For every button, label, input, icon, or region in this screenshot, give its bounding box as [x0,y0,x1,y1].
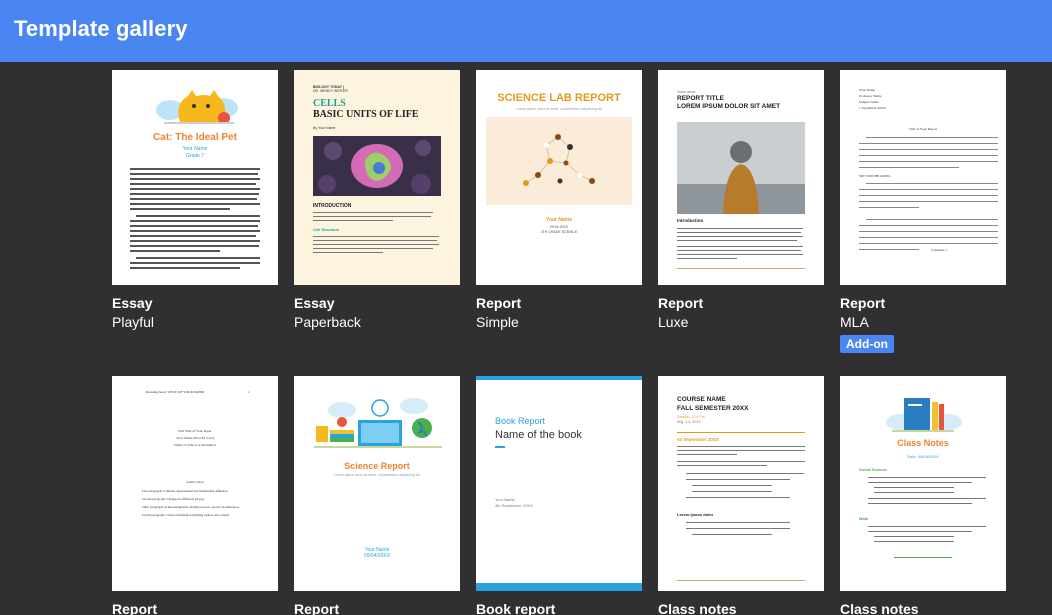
doc-title: SCIENCE LAB REPORT [497,92,621,104]
doc-title: REPORT TITLE [677,95,724,102]
doc-subtitle: Lorem ipsum dolor sit amet, consectetuer… [333,473,421,477]
template-card-report-apa[interactable]: Running head: TITLE OF YOUR PAPER 1 Full… [112,376,278,615]
page-title: Template gallery [14,16,188,41]
doc-name: Your Name [545,217,573,223]
doc-title: Science Report [344,461,410,471]
template-category: Book report [476,601,556,615]
doc-title: Title of Your Report [908,127,938,131]
doc-paragraph: Third paragraph: Acknowledgments, fundin… [142,505,240,509]
books-illustration [886,398,962,432]
template-card-essay-paperback[interactable]: BIOLOGY TODAY | DR. WENDY WRITER CELLS B… [294,70,460,350]
template-card-class-notes-playful[interactable]: Class Notes Date: 09/04/20XX Social Scie… [840,376,1006,615]
template-card-report-science[interactable]: Science Report Lorem ipsum dolor sit ame… [294,376,460,615]
template-card-book-report[interactable]: Book Report Name of the book Your Name 4… [476,376,642,615]
template-thumbnail[interactable]: SCIENCE LAB REPORT Lorem ipsum dolor sit… [476,70,642,285]
doc-label: Book Report [495,416,546,426]
divider [894,557,952,558]
doc-section: SECTION HEADING [859,174,891,178]
template-category: Essay [112,295,153,311]
doc-kicker-author: DR. WENDY WRITER [313,89,348,93]
doc-section: Introduction [677,218,704,223]
doc-subsection: Cell Structure [313,227,340,232]
template-thumbnail[interactable]: Cat: The Ideal Pet Your Name Grade 7 [112,70,278,285]
doc-citation: Lastname 1 [931,248,948,252]
cell-image [313,136,441,196]
template-category: Report [658,295,704,311]
app-header: Template gallery [0,0,1052,62]
accent-bar [476,376,642,380]
doc-page-number: 1 [248,390,250,394]
doc-title: COURSE NAME [677,396,726,403]
template-thumbnail[interactable]: BIOLOGY TODAY | DR. WENDY WRITER CELLS B… [294,70,460,285]
template-name: Playful [112,314,155,330]
doc-title: Class Notes [897,438,949,448]
doc-name: Your Name [495,497,515,502]
science-illustration [314,398,442,448]
doc-title: Name of the book [495,429,582,441]
title-underline [495,446,505,448]
template-category: Report [294,601,340,615]
doc-section: INTRODUCTION [313,203,352,209]
template-name: Simple [476,314,519,330]
doc-subtitle: FALL SEMESTER 20XX [677,405,749,412]
template-card-report-simple[interactable]: SCIENCE LAB REPORT Lorem ipsum dolor sit… [476,70,642,350]
template-name: Paperback [294,314,361,330]
doc-title: Cat: The Ideal Pet [153,132,237,143]
doc-institution: Name of School or Institution [174,443,216,447]
doc-grade: Grade 7 [185,153,205,159]
template-thumbnail[interactable]: COURSE NAME FALL SEMESTER 20XX Session, … [658,376,824,591]
doc-date: 09.04.20XX [549,225,569,229]
template-category: Class notes [658,601,737,615]
doc-grade: 4TH GRADE SCIENCE [540,230,578,234]
add-on-badge: Add-on [840,335,894,353]
doc-professor: Professor Name [859,94,882,98]
doc-title: CELLS [313,98,346,109]
doc-subtitle: BASIC UNITS OF LIFE [313,109,419,120]
doc-date: 04 September 20XX [677,437,719,442]
doc-dates: Aug. 1-4, 20XX [677,420,701,424]
template-category: Report [840,295,886,311]
template-category: Essay [294,295,335,311]
doc-session: Session, 12-4 Pm [677,415,705,419]
doc-subtitle: Lorem ipsum dolor sit amet, consectetuer… [515,107,603,111]
template-thumbnail[interactable]: Science Report Lorem ipsum dolor sit ame… [294,376,460,591]
template-name: Luxe [658,314,689,330]
doc-name: Your Name [182,146,208,152]
doc-author: Your Name (First M. Last) [176,436,214,440]
doc-kicker: Class name [677,90,696,94]
doc-section: Math [859,516,869,521]
doc-paragraph: Second paragraph: Changes in affiliation… [142,497,205,501]
doc-subtitle: LOREM IPSUM DOLOR SIT AMET [677,103,781,110]
doc-date: 4th September, 20XX [495,503,534,508]
doc-subject: Subject Name [859,100,879,104]
template-thumbnail[interactable]: Your Name Professor Name Subject Name 1 … [840,70,1006,285]
template-card-essay-playful[interactable]: Cat: The Ideal Pet Your Name Grade 7 Ess… [112,70,278,350]
doc-author: Your Name [859,88,876,92]
person-photo [677,122,805,214]
doc-date: 1 September 20XX [859,106,887,110]
doc-title: Full Title of Your Paper [178,429,212,433]
template-card-report-luxe[interactable]: Class name REPORT TITLE LOREM IPSUM DOLO… [658,70,824,350]
doc-date: 09/04/20XX [363,553,391,559]
template-name: MLA [840,314,869,330]
template-thumbnail[interactable]: Book Report Name of the book Your Name 4… [476,376,642,591]
doc-paragraph: First paragraph: Complete departmental a… [142,489,228,493]
doc-byline: By Your Name [313,126,336,130]
doc-paragraph: Fourth paragraph: Contact information (m… [142,513,229,517]
footer-bar [476,583,642,591]
template-category: Report [112,601,158,615]
template-card-class-notes[interactable]: COURSE NAME FALL SEMESTER 20XX Session, … [658,376,824,615]
doc-author-note: Author Note [186,480,204,484]
template-thumbnail[interactable]: Class name REPORT TITLE LOREM IPSUM DOLO… [658,70,824,285]
doc-heading: Lorem ipsum dolor [677,512,714,517]
doc-date: Date: 09/04/20XX [907,454,939,459]
molecule-illustration [486,117,632,205]
template-category: Report [476,295,522,311]
template-category: Class notes [840,601,919,615]
doc-section: Social Science [859,467,888,472]
doc-running-head: Running head: TITLE OF YOUR PAPER [146,390,205,394]
template-card-report-mla[interactable]: Your Name Professor Name Subject Name 1 … [840,70,1006,355]
template-thumbnail[interactable]: Class Notes Date: 09/04/20XX Social Scie… [840,376,1006,591]
template-thumbnail[interactable]: Running head: TITLE OF YOUR PAPER 1 Full… [112,376,278,591]
